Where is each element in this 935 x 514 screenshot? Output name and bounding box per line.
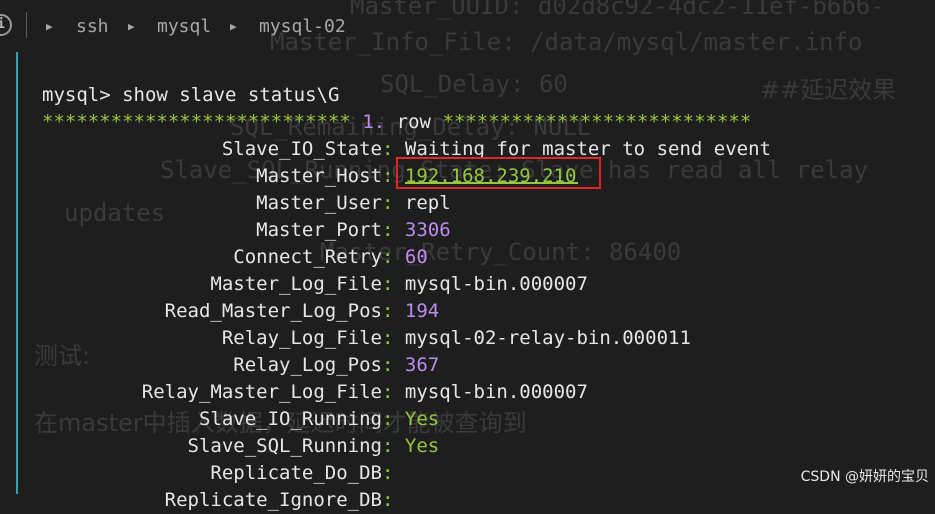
field-row: Master_Log_File: mysql-bin.000007 <box>42 271 771 298</box>
field-key: Master_Host <box>256 165 382 187</box>
stars-left: *************************** <box>42 111 351 133</box>
field-row: Slave_SQL_Running: Yes <box>42 433 771 460</box>
field-key: Read_Master_Log_Pos <box>164 300 382 322</box>
field-key: Master_User <box>256 192 382 214</box>
master-host-underline <box>405 182 578 184</box>
field-value: mysql-bin.000007 <box>404 273 588 295</box>
command-text: show slave status\G <box>122 84 340 106</box>
field-key: Relay_Log_Pos <box>233 354 382 376</box>
chevron-right-icon: ▶ <box>46 20 53 33</box>
highlight-box <box>396 157 601 189</box>
watermark: CSDN @妍妍的宝贝 <box>800 469 929 485</box>
field-key: Relay_Master_Log_File <box>141 381 382 403</box>
field-row: Relay_Log_File: mysql-02-relay-bin.00001… <box>42 325 771 352</box>
chevron-right-icon: ▶ <box>128 20 135 33</box>
breadcrumb: i ▶ ssh ▶ mysql ▶ mysql-02 <box>0 0 935 52</box>
field-value: 194 <box>404 300 440 322</box>
field-row: Master_Port: 3306 <box>42 217 771 244</box>
field-value: repl <box>404 192 451 214</box>
field-row: Replicate_Do_DB: <box>42 460 771 487</box>
gutter-marker-line <box>16 52 18 494</box>
field-key: Replicate_Do_DB <box>210 462 382 484</box>
field-key: Master_Port <box>256 219 382 241</box>
toolbar-divider <box>26 12 27 38</box>
line-gutter <box>0 52 16 494</box>
field-key: Slave_IO_State <box>221 138 382 160</box>
field-row: Connect_Retry: 60 <box>42 244 771 271</box>
field-row: Slave_IO_Running: Yes <box>42 406 771 433</box>
field-row: Relay_Log_Pos: 367 <box>42 352 771 379</box>
row-separator: *************************** 1. row *****… <box>42 109 771 136</box>
field-row: Read_Master_Log_Pos: 194 <box>42 298 771 325</box>
field-row: Relay_Master_Log_File: mysql-bin.000007 <box>42 379 771 406</box>
command-line: mysql> show slave status\G <box>42 82 771 109</box>
field-key: Slave_SQL_Running <box>187 435 382 457</box>
field-row: Master_User: repl <box>42 190 771 217</box>
field-key: Master_Log_File <box>210 273 382 295</box>
ghost-sql-delay-comment: ##延迟效果 <box>760 76 897 104</box>
field-row: Replicate_Ignore_DB: <box>42 487 771 514</box>
field-value: 3306 <box>404 219 451 241</box>
breadcrumb-item-mysql[interactable]: mysql <box>157 16 211 37</box>
field-key: Connect_Retry <box>233 246 382 268</box>
terminal-output[interactable]: mysql> show slave status\G *************… <box>42 82 771 514</box>
field-key: Relay_Log_File <box>221 327 382 349</box>
info-icon[interactable]: i <box>0 14 12 36</box>
field-key: Replicate_Ignore_DB <box>164 489 382 511</box>
field-value: Yes <box>404 435 440 457</box>
field-value: mysql-02-relay-bin.000011 <box>404 327 691 349</box>
breadcrumb-item-mysql-02[interactable]: mysql-02 <box>259 16 346 37</box>
field-value: mysql-bin.000007 <box>404 381 588 403</box>
field-value: 367 <box>404 354 440 376</box>
breadcrumb-item-ssh[interactable]: ssh <box>76 16 109 37</box>
field-value: 60 <box>404 246 428 268</box>
chevron-right-icon: ▶ <box>230 20 237 33</box>
field-value: Yes <box>404 408 440 430</box>
row-number: 1. <box>362 111 386 133</box>
row-word: row <box>396 111 431 133</box>
stars-right: *************************** <box>442 111 752 133</box>
mysql-prompt: mysql> <box>42 84 111 106</box>
field-key: Slave_IO_Running <box>198 408 382 430</box>
